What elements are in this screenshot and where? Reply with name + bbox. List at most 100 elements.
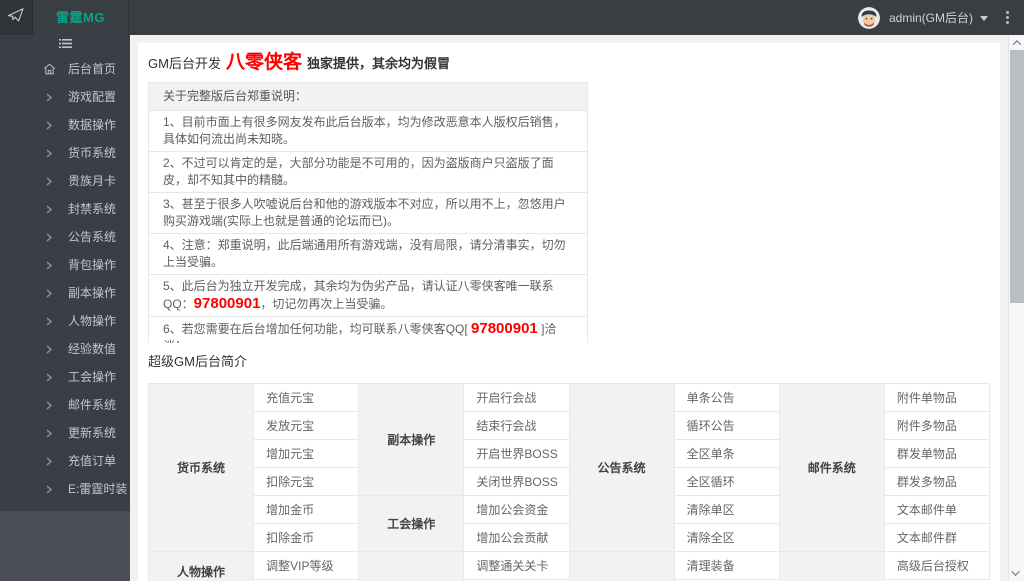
feature-cell: 全区单条 <box>673 439 780 468</box>
main-content: GM后台开发 八零侠客 独家提供，其余均为假冒 关于完整版后台郑重说明： 1、目前市… <box>130 35 1008 581</box>
notice-row: 3、甚至于很多人吹嘘说后台和他的游戏版本不对应，所以用不上，忽悠用户购买游戏端(… <box>148 192 588 234</box>
chevron-right-icon <box>42 314 56 328</box>
feature-cell: 关闭世界BOSS <box>463 467 570 496</box>
category-cell <box>358 551 465 581</box>
home-icon <box>42 62 56 76</box>
table-row: 人物操作 调整VIP等级 调整通关关卡 清理装备 高级后台授权 <box>147 551 991 581</box>
intro-card: 超级GM后台简介 货币系统 充值元宝 副本操作 开启行会战 公告系统 单条公告 … <box>138 343 1000 581</box>
notice-box-title: 关于完整版后台郑重说明： <box>148 82 588 111</box>
feature-cell: 群发单物品 <box>883 439 991 468</box>
scroll-up-button[interactable] <box>1009 36 1024 50</box>
feature-cell: 增加金币 <box>253 495 360 524</box>
chevron-up-icon <box>1012 40 1022 49</box>
gm-dev-title: GM后台开发 八零侠客 独家提供，其余均为假冒 <box>148 51 990 76</box>
sidebar-item-backpack[interactable]: 背包操作 <box>0 251 130 279</box>
feature-cell: 增加元宝 <box>253 439 360 468</box>
sidebar-menu: 后台首页 游戏配置 数据操作 货币系统 贵族月卡 封禁系统 公告系统 背包操作 … <box>0 55 130 503</box>
sidebar-item-home[interactable]: 后台首页 <box>0 55 130 83</box>
sidebar-item-data-ops[interactable]: 数据操作 <box>0 111 130 139</box>
feature-cell: 附件单物品 <box>883 383 991 412</box>
category-mail: 邮件系统 <box>778 383 885 552</box>
user-menu[interactable]: admin(GM后台) <box>857 0 988 35</box>
feature-cell: 循环公告 <box>673 411 780 440</box>
feature-cell: 扣除元宝 <box>253 467 360 496</box>
brand-button[interactable] <box>0 0 33 35</box>
username-label: admin(GM后台) <box>888 11 973 25</box>
chevron-right-icon <box>42 454 56 468</box>
title-prefix: GM后台开发 <box>148 56 221 71</box>
feature-cell: 发放元宝 <box>253 411 360 440</box>
sidebar-item-fashion[interactable]: E:雷霆时装 <box>0 475 130 503</box>
chevron-right-icon <box>42 202 56 216</box>
category-currency: 货币系统 <box>147 383 255 552</box>
feature-cell: 扣除金币 <box>253 523 360 552</box>
sidebar-item-currency[interactable]: 货币系统 <box>0 139 130 167</box>
scrollbar-thumb[interactable] <box>1010 50 1024 303</box>
qq-number: 97800901 <box>471 320 538 337</box>
notice-header-row: 关于完整版后台郑重说明： <box>148 82 588 111</box>
feature-cell: 开启世界BOSS <box>463 439 570 468</box>
feature-cell: 清除全区 <box>673 523 780 552</box>
table-row: 货币系统 充值元宝 副本操作 开启行会战 公告系统 单条公告 邮件系统 附件单物… <box>147 383 991 552</box>
collapse-menu-button[interactable] <box>0 35 130 55</box>
feature-cell: 增加公会贡献 <box>463 523 570 552</box>
chevron-right-icon <box>42 342 56 356</box>
feature-cell: 文本邮件单 <box>883 495 991 524</box>
chevron-down-icon <box>1011 567 1020 576</box>
sidebar-item-character[interactable]: 人物操作 <box>0 307 130 335</box>
feature-table: 货币系统 充值元宝 副本操作 开启行会战 公告系统 单条公告 邮件系统 附件单物… <box>147 383 991 581</box>
feature-cell: 高级后台授权 <box>883 551 991 580</box>
chevron-right-icon <box>42 174 56 188</box>
paper-plane-icon <box>7 8 24 27</box>
qq-number: 97800901 <box>193 295 261 312</box>
sidebar-item-guild[interactable]: 工会操作 <box>0 363 130 391</box>
collapse-menu-icon <box>58 36 73 54</box>
chevron-right-icon <box>42 146 56 160</box>
category-dungeon: 副本操作 <box>358 383 465 496</box>
feature-cell: 调整通关关卡 <box>463 551 570 580</box>
feature-cell: 清除单区 <box>673 495 780 524</box>
scroll-down-button[interactable] <box>1009 566 1024 580</box>
chevron-right-icon <box>42 482 56 496</box>
feature-cell: 调整VIP等级 <box>253 551 360 580</box>
feature-cell: 全区循环 <box>673 467 780 496</box>
category-cell <box>568 551 675 581</box>
chevron-right-icon <box>42 118 56 132</box>
feature-cell: 充值元宝 <box>253 383 360 412</box>
title-suffix: 独家提供，其余均为假冒 <box>306 56 450 71</box>
notice-row: 2、不过可以肯定的是，大部分功能是不可用的，因为盗版商户只盗版了面皮，却不知其中… <box>148 151 588 193</box>
feature-cell: 增加公会资金 <box>463 495 570 524</box>
sidebar-item-noble-card[interactable]: 贵族月卡 <box>0 167 130 195</box>
category-character: 人物操作 <box>147 551 255 581</box>
sidebar-item-dungeon[interactable]: 副本操作 <box>0 279 130 307</box>
feature-cell: 群发多物品 <box>883 467 991 496</box>
sidebar-item-announce[interactable]: 公告系统 <box>0 223 130 251</box>
sidebar-item-ban[interactable]: 封禁系统 <box>0 195 130 223</box>
chevron-right-icon <box>42 286 56 300</box>
feature-cell: 附件多物品 <box>883 411 991 440</box>
feature-cell: 文本邮件群 <box>883 523 991 552</box>
sidebar: 后台首页 游戏配置 数据操作 货币系统 贵族月卡 封禁系统 公告系统 背包操作 … <box>0 35 130 581</box>
category-guild: 工会操作 <box>358 495 465 552</box>
vertical-scrollbar[interactable] <box>1008 35 1024 581</box>
category-announce: 公告系统 <box>568 383 675 552</box>
category-cell <box>778 551 885 581</box>
notice-row: 5、此后台为独立开发完成，其余均为伪劣产品，请认证八零侠客唯一联系QQ：9780… <box>148 274 588 317</box>
kebab-menu-icon[interactable] <box>998 0 1016 35</box>
notice-row: 4、注意：郑重说明，此后端通用所有游戏端，没有局限，请分清事实，切勿上当受骗。 <box>148 233 588 275</box>
caret-down-icon <box>980 16 988 21</box>
brand-name: 八零侠客 <box>225 52 302 73</box>
sidebar-item-recharge-orders[interactable]: 充值订单 <box>0 447 130 475</box>
notice-table: 关于完整版后台郑重说明： 1、目前市面上有很多网友发布此后台版本，均为修改恶意本… <box>148 82 588 359</box>
sidebar-item-exp[interactable]: 经验数值 <box>0 335 130 363</box>
avatar[interactable] <box>857 6 880 29</box>
sidebar-item-game-config[interactable]: 游戏配置 <box>0 83 130 111</box>
chevron-right-icon <box>42 398 56 412</box>
feature-cell: 单条公告 <box>673 383 780 412</box>
notice-row: 1、目前市面上有很多网友发布此后台版本，均为修改恶意本人版权后销售，具体如何流出… <box>148 110 588 152</box>
chevron-right-icon <box>42 90 56 104</box>
sidebar-item-mail[interactable]: 邮件系统 <box>0 391 130 419</box>
intro-title: 超级GM后台简介 <box>148 354 247 369</box>
logo-text: 雷霆MG <box>33 0 129 35</box>
sidebar-item-update[interactable]: 更新系统 <box>0 419 130 447</box>
